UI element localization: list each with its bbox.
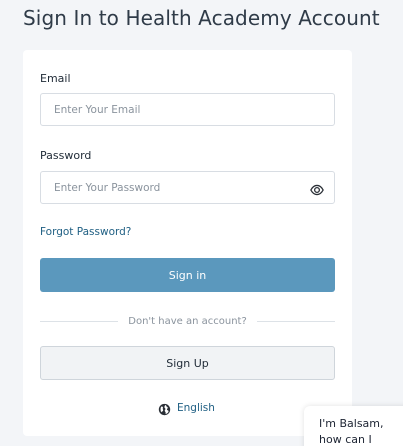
language-label: English (177, 401, 215, 414)
divider-line-left (40, 320, 119, 322)
globe-icon (158, 401, 171, 416)
chat-line-1: I'm Balsam, (319, 417, 384, 430)
email-field-wrapper (40, 93, 335, 126)
chat-line-2: how can I (319, 433, 372, 446)
password-label: Password (40, 149, 92, 162)
signin-card: Email Password Forgot Password? Sign in … (23, 50, 352, 436)
divider: Don't have an account? (40, 314, 336, 328)
signin-button[interactable]: Sign in (40, 258, 335, 292)
chat-widget-bubble[interactable]: I'm Balsam, how can I (304, 406, 403, 446)
signup-button[interactable]: Sign Up (40, 346, 335, 380)
language-selector[interactable]: English (158, 401, 215, 416)
divider-text: Don't have an account? (128, 315, 247, 327)
email-label: Email (40, 72, 71, 85)
eye-icon[interactable] (310, 182, 324, 196)
email-field[interactable] (41, 94, 334, 125)
divider-line-right (256, 320, 336, 322)
password-field-wrapper (40, 171, 335, 204)
forgot-password-link[interactable]: Forgot Password? (40, 226, 131, 238)
password-field[interactable] (41, 172, 334, 203)
page-title: Sign In to Health Academy Account (23, 6, 380, 30)
